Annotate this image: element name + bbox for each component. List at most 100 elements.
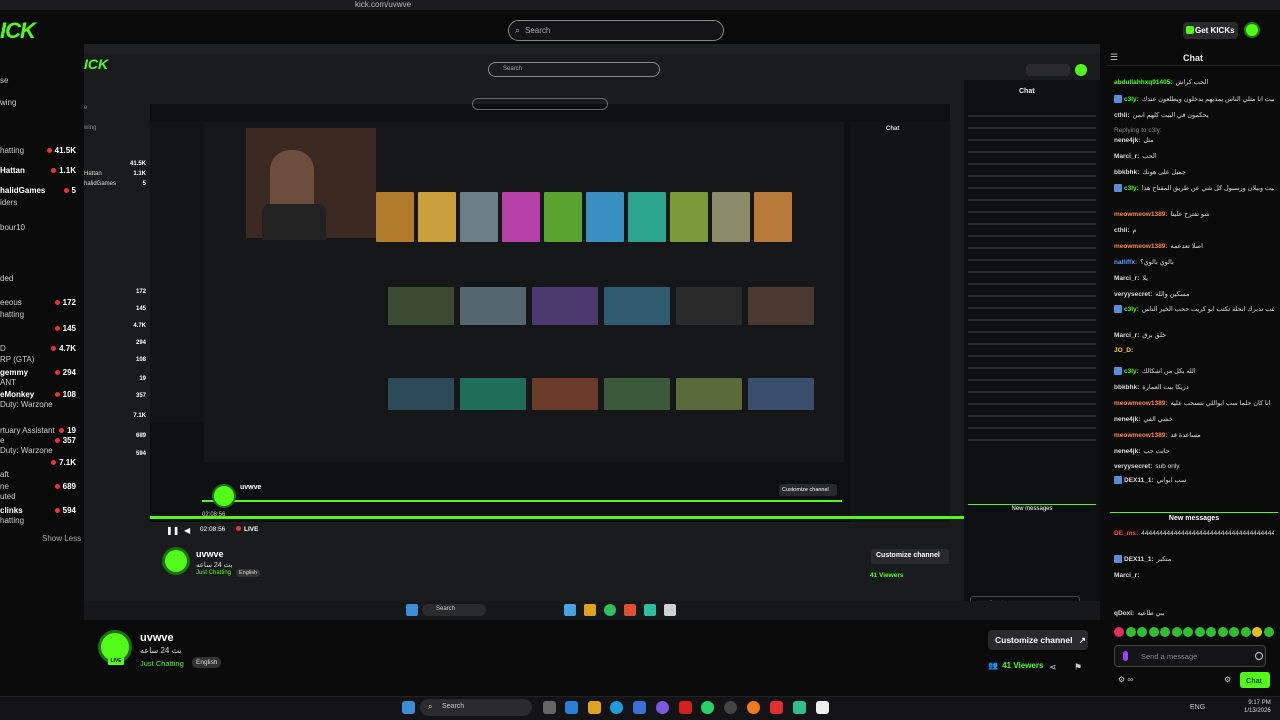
chat-message[interactable]: DE_ms: 4444444444444444444444444444444444… — [1114, 530, 1274, 537]
app-icon[interactable] — [679, 701, 692, 714]
steam-icon[interactable] — [724, 701, 737, 714]
chat-message[interactable]: cthli: يحكمون في البيت كلهم انمن — [1114, 111, 1274, 119]
emote-icon[interactable] — [1171, 627, 1182, 637]
chat-username[interactable]: veryysecret: — [1114, 463, 1152, 470]
sidebar-item[interactable]: clinks — [0, 506, 23, 515]
taskbar-clock[interactable]: 9:17 PM 1/13/2026 — [1244, 699, 1271, 715]
emote-icon[interactable] — [1252, 627, 1262, 637]
stream-progress-bar[interactable] — [150, 516, 964, 519]
sidebar-item[interactable]: hatting — [0, 146, 24, 155]
report-icon[interactable]: ⚑ — [1074, 662, 1082, 673]
document-icon[interactable] — [816, 701, 829, 714]
chat-username[interactable]: abdullahhxq91405: — [1114, 79, 1173, 86]
chat-username[interactable]: veryysecret: — [1114, 291, 1152, 298]
chat-message[interactable]: cthli: م — [1114, 226, 1274, 234]
sidebar-item[interactable]: gemmy — [0, 368, 28, 377]
sidebar-item[interactable]: ANT — [0, 378, 16, 387]
emote-icon[interactable] — [1240, 627, 1251, 637]
chat-username[interactable]: c3ly: — [1124, 368, 1139, 375]
sidebar-item[interactable]: rtuary Assistant — [0, 426, 55, 435]
chat-username[interactable]: meowmeow1389: — [1114, 400, 1167, 407]
customize-channel-button[interactable]: Customize channel ↗ — [988, 630, 1088, 650]
chat-username[interactable]: nene4jk: — [1114, 137, 1140, 144]
collapse-chat-icon[interactable]: ☰ — [1110, 52, 1118, 63]
kick-logo[interactable]: ICK — [0, 18, 36, 44]
whatsapp-icon[interactable] — [701, 701, 714, 714]
sidebar-item[interactable]: halidGames — [0, 186, 45, 195]
chat-username[interactable]: JO_D: — [1114, 347, 1133, 354]
chat-username[interactable]: bbkbhk: — [1114, 384, 1139, 391]
address-bar-url[interactable]: kick.com/uvwve — [355, 0, 411, 9]
chat-username[interactable]: nene4jk: — [1114, 448, 1140, 455]
channel-name[interactable]: uvwve — [140, 632, 174, 644]
chat-username[interactable]: cthli: — [1114, 112, 1130, 119]
chat-message[interactable]: Marci_r: خلق برق — [1114, 331, 1274, 339]
sidebar-item[interactable]: uted — [0, 492, 16, 501]
sidebar-item[interactable]: Duty: Warzone — [0, 446, 53, 455]
emoji-icon[interactable] — [1255, 652, 1263, 660]
volume-icon[interactable]: ◀ — [184, 526, 190, 535]
sidebar-item[interactable]: iders — [0, 198, 17, 207]
new-messages-divider[interactable]: New messages — [1110, 512, 1278, 522]
sidebar-item[interactable]: ded — [0, 274, 13, 283]
file-explorer-icon[interactable] — [588, 701, 601, 714]
sidebar-item[interactable]: Hattan — [0, 166, 25, 175]
sidebar-item[interactable]: eeous — [0, 298, 22, 307]
chat-message[interactable]: meowmeow1389: مساعدة قد — [1114, 431, 1274, 439]
emote-icon[interactable] — [1194, 627, 1205, 637]
chat-send-button[interactable]: Chat — [1240, 672, 1270, 688]
stream-video[interactable]: ICK Search e wing 41.5K Hattan 1.1K hali… — [84, 44, 1100, 620]
sidebar-item[interactable]: e — [0, 436, 4, 445]
chat-username[interactable]: Marci_r: — [1114, 153, 1139, 160]
brave-icon[interactable] — [747, 701, 760, 714]
chat-message[interactable]: Marci_r: — [1114, 572, 1274, 579]
chat-message[interactable]: nene4jk: حانت حب — [1114, 447, 1274, 455]
chat-username[interactable]: c3ly: — [1124, 185, 1139, 192]
chat-message[interactable]: c3ly:الله يكتب تدبرك انحلة تكتب ابو كريت… — [1114, 305, 1274, 314]
chat-username[interactable]: meowmeow1389: — [1114, 211, 1167, 218]
chat-username[interactable]: nene4jk: — [1114, 416, 1140, 423]
chat-message[interactable]: c3ly: الله يكل من اشكالك — [1114, 367, 1274, 376]
emote-icon[interactable] — [1125, 627, 1136, 637]
sidebar-item[interactable]: hatting — [0, 516, 24, 525]
chat-message[interactable]: Replying to c3ly: — [1114, 127, 1274, 134]
discord-icon[interactable] — [656, 701, 669, 714]
chat-message[interactable]: Marci_r: يلا — [1114, 274, 1274, 282]
chat-username[interactable]: DEX11_1: — [1124, 477, 1154, 484]
chat-message[interactable]: c3ly:بس يعني راحت بيت وبيلان ورسبول كل ش… — [1114, 184, 1274, 193]
chat-message[interactable]: qDoxi: ببي طاعيه — [1114, 609, 1274, 617]
sidebar-item[interactable]: eMonkey — [0, 390, 34, 399]
get-kicks-button[interactable]: Get KICKs — [1183, 22, 1238, 39]
chat-message[interactable]: nene4jk: خشي الفي — [1114, 415, 1274, 423]
chat-username[interactable]: Marci_r: — [1114, 332, 1139, 339]
chat-message[interactable]: meowmeow1389: انا كان حلما سب ابواللي بتس… — [1114, 399, 1274, 407]
emote-icon[interactable] — [1137, 627, 1147, 637]
chat-message[interactable]: c3ly:مفتاح البيت انا مثلي الناس يمديهم ي… — [1114, 95, 1274, 104]
emote-icon[interactable] — [1160, 627, 1170, 637]
sidebar-item[interactable]: Duty: Warzone — [0, 400, 53, 409]
chat-username[interactable]: nalliffx: — [1114, 259, 1137, 266]
browser-icon[interactable] — [610, 701, 623, 714]
emote-icon[interactable] — [1148, 627, 1159, 637]
mail-icon[interactable] — [633, 701, 646, 714]
chat-username[interactable]: Marci_r: — [1114, 572, 1139, 579]
chat-message[interactable]: nene4jk: مثل — [1114, 136, 1274, 144]
chat-message[interactable]: DEX11_1: متكبر — [1114, 555, 1274, 564]
pause-icon[interactable]: ❚❚ — [166, 526, 179, 535]
chat-username[interactable]: DE_ms: — [1114, 530, 1138, 537]
chat-message[interactable]: DEX11_1: سب ابواني — [1114, 476, 1274, 485]
user-avatar[interactable] — [1244, 22, 1260, 38]
chat-username[interactable]: DEX11_1: — [1124, 556, 1154, 563]
chat-message[interactable]: bbkbhk: جميل على هونك — [1114, 168, 1274, 176]
chat-username[interactable]: Marci_r: — [1114, 275, 1139, 282]
emote-icon[interactable] — [1114, 627, 1124, 637]
chat-message[interactable]: Marci_r: الحب — [1114, 152, 1274, 160]
emote-icon[interactable] — [1229, 627, 1239, 637]
edge-icon[interactable] — [565, 701, 578, 714]
gear-icon[interactable]: ⚙ — [1224, 675, 1231, 684]
sidebar-item[interactable]: ne — [0, 482, 9, 491]
chat-message[interactable]: meowmeow1389: شو تفترح علينا — [1114, 210, 1274, 218]
chat-message[interactable]: meowmeow1389: اصلا تعدعمه — [1114, 242, 1274, 250]
chat-username[interactable]: meowmeow1389: — [1114, 243, 1167, 250]
chat-username[interactable]: c3ly: — [1124, 306, 1139, 313]
